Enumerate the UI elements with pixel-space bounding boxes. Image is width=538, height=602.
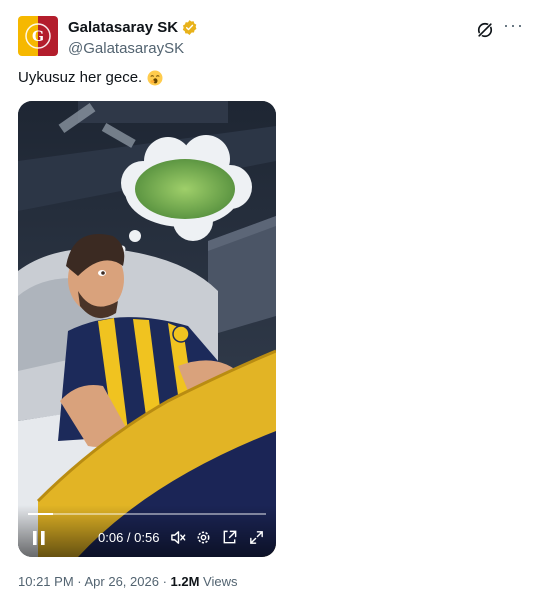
author-name-row[interactable]: Galatasaray SK	[68, 18, 198, 37]
tweet-text: Uykusuz her gece.	[18, 68, 163, 88]
tweet-time[interactable]: 10:21 PM	[18, 574, 74, 589]
settings-gear-icon[interactable]	[195, 529, 212, 546]
tweet-header: G Galatasaray SK @GalatasaraySK ···	[18, 16, 523, 60]
tweet-meta: 10:21 PM · Apr 26, 2026 · 1.2M Views	[18, 573, 237, 591]
mute-icon[interactable]	[170, 529, 187, 546]
avatar[interactable]: G	[18, 16, 58, 56]
video-frame-illustration	[18, 101, 276, 557]
views-label: Views	[199, 574, 238, 589]
more-options-icon[interactable]: ···	[503, 16, 523, 38]
tweet-date[interactable]: Apr 26, 2026	[85, 574, 159, 589]
verified-badge-icon	[182, 20, 197, 35]
picture-in-picture-icon[interactable]	[221, 529, 238, 546]
author-display-name[interactable]: Galatasaray SK	[68, 18, 178, 37]
video-progress-bar[interactable]	[28, 513, 266, 515]
author-handle[interactable]: @GalatasaraySK	[68, 39, 198, 58]
video-time: 0:06 / 0:56	[98, 530, 160, 545]
svg-text:G: G	[32, 29, 44, 45]
tweet-body: Uykusuz her gece.	[18, 69, 143, 86]
video-player[interactable]: 0:06 / 0:56	[18, 101, 276, 557]
grok-icon[interactable]	[475, 20, 495, 40]
video-controls: 0:06 / 0:56	[18, 505, 276, 557]
galatasaray-logo-icon: G	[25, 23, 51, 49]
fullscreen-icon[interactable]	[248, 529, 265, 546]
pause-icon[interactable]	[30, 529, 48, 547]
yawning-face-emoji-icon	[147, 70, 163, 86]
views-count: 1.2M	[170, 574, 200, 589]
video-progress-fill	[28, 513, 54, 515]
meta-separator-2: ·	[158, 574, 171, 589]
meta-separator: ·	[73, 574, 85, 589]
